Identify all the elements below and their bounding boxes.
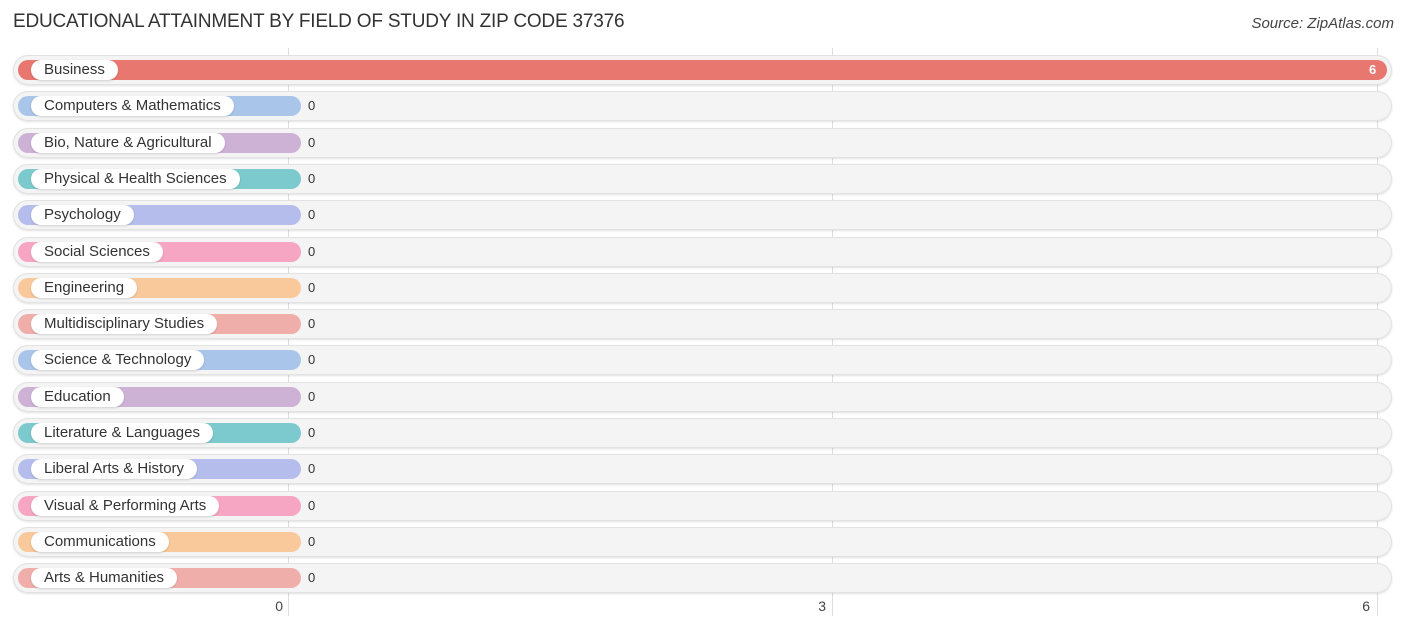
value-label: 6	[1369, 62, 1377, 77]
category-label: Liberal Arts & History	[31, 459, 198, 479]
value-label: 0	[308, 135, 316, 150]
bar-row: Visual & Performing Arts 0	[13, 491, 1392, 521]
bar-row: Communications 0	[13, 527, 1392, 557]
category-label: Psychology	[31, 205, 134, 225]
value-label: 0	[308, 207, 316, 222]
category-label: Visual & Performing Arts	[31, 496, 220, 516]
bar-row: Social Sciences 0	[13, 237, 1392, 267]
chart-title: EDUCATIONAL ATTAINMENT BY FIELD OF STUDY…	[13, 11, 625, 32]
value-label: 0	[308, 389, 316, 404]
bar-row: Education 0	[13, 382, 1392, 412]
value-label: 0	[308, 352, 316, 367]
category-label: Business	[31, 60, 118, 80]
category-label: Arts & Humanities	[31, 568, 178, 588]
category-label: Education	[31, 387, 124, 407]
bar-row: Computers & Mathematics 0	[13, 91, 1392, 121]
category-label: Social Sciences	[31, 242, 163, 262]
value-label: 0	[308, 171, 316, 186]
bar-row: Physical & Health Sciences 0	[13, 164, 1392, 194]
category-label: Science & Technology	[31, 350, 205, 370]
bar-row: Multidisciplinary Studies 0	[13, 309, 1392, 339]
category-label: Communications	[31, 532, 169, 552]
bar-row: Literature & Languages 0	[13, 418, 1392, 448]
bar[interactable]	[18, 60, 1387, 80]
value-label: 0	[308, 570, 316, 585]
category-label: Multidisciplinary Studies	[31, 314, 218, 334]
category-label: Physical & Health Sciences	[31, 169, 240, 189]
value-label: 0	[308, 244, 316, 259]
category-label: Engineering	[31, 278, 138, 298]
x-tick-label: 6	[1362, 598, 1370, 614]
value-label: 0	[308, 98, 316, 113]
bar-row: Business 6	[13, 55, 1392, 85]
bar-row: Engineering 0	[13, 273, 1392, 303]
value-label: 0	[308, 280, 316, 295]
value-label: 0	[308, 425, 316, 440]
category-label: Bio, Nature & Agricultural	[31, 133, 225, 153]
value-label: 0	[308, 461, 316, 476]
value-label: 0	[308, 316, 316, 331]
bar-row: Arts & Humanities 0	[13, 563, 1392, 593]
value-label: 0	[308, 498, 316, 513]
bar-row: Bio, Nature & Agricultural 0	[13, 128, 1392, 158]
category-label: Computers & Mathematics	[31, 96, 234, 116]
bar-row: Science & Technology 0	[13, 345, 1392, 375]
x-tick-label: 3	[818, 598, 826, 614]
x-tick-label: 0	[275, 598, 283, 614]
source-label: Source: ZipAtlas.com	[1251, 15, 1394, 32]
category-label: Literature & Languages	[31, 423, 213, 443]
bar-row: Psychology 0	[13, 200, 1392, 230]
value-label: 0	[308, 534, 316, 549]
bar-row: Liberal Arts & History 0	[13, 454, 1392, 484]
